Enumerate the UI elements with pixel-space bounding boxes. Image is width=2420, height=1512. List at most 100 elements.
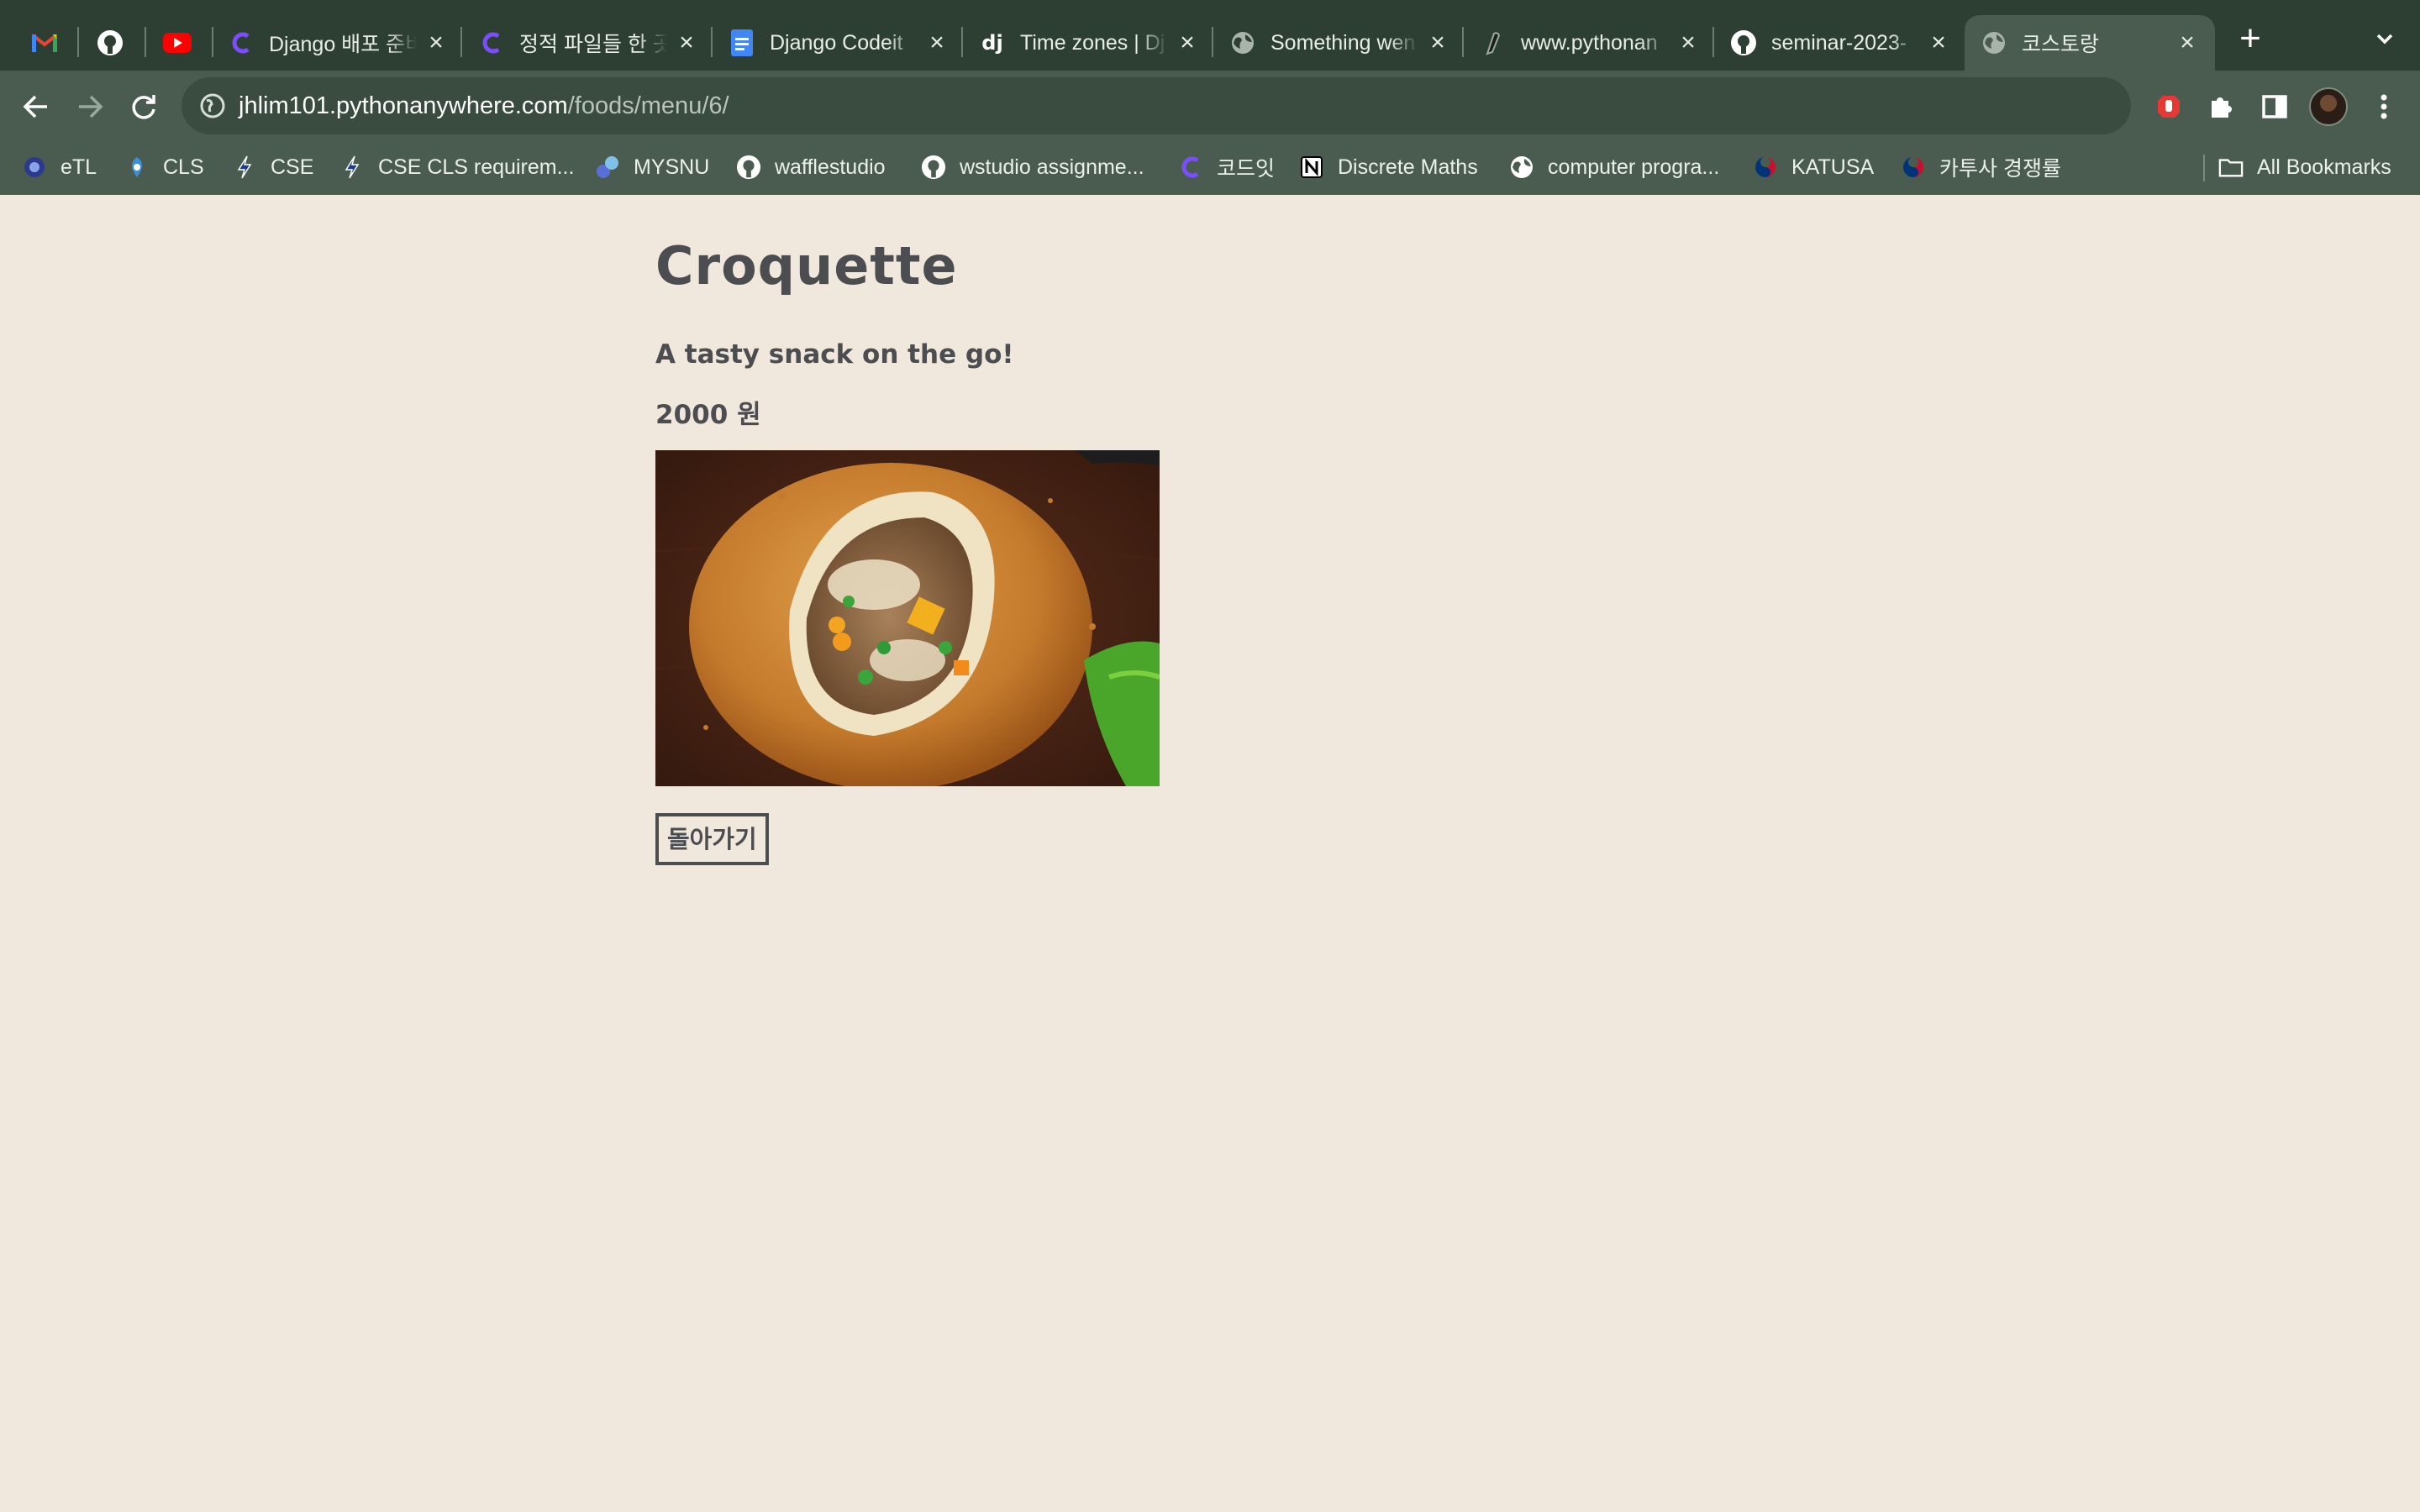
tab-time-zones[interactable]: dj Time zones | Dj × xyxy=(978,15,1200,71)
katusa-icon xyxy=(1901,155,1926,180)
bookmark-label: MYSNU xyxy=(634,155,710,179)
tab-youtube[interactable] xyxy=(163,15,197,71)
codeit-icon xyxy=(1178,155,1203,180)
extension-blocker-button[interactable] xyxy=(2149,87,2188,126)
bookmark-etl[interactable]: eTL xyxy=(22,150,97,185)
chevron-down-icon xyxy=(2376,34,2393,45)
tab-github[interactable] xyxy=(96,15,129,71)
tab-gmail[interactable] xyxy=(30,15,64,71)
folder-icon xyxy=(2218,155,2244,180)
tab-separator xyxy=(961,27,963,57)
tab-title: 정적 파일들 한 곳 xyxy=(519,33,667,56)
bookmark-wstudio[interactable]: wstudio assignme... xyxy=(921,150,1144,185)
tab-separator xyxy=(711,27,713,57)
close-icon[interactable]: × xyxy=(1676,29,1701,56)
bookmark-katusa-rate[interactable]: 카투사 경쟁률 xyxy=(1901,150,2061,185)
tab-separator xyxy=(1212,27,1213,57)
new-tab-button[interactable]: + xyxy=(2232,20,2269,59)
arrow-right-icon xyxy=(79,95,103,118)
close-icon[interactable]: × xyxy=(1425,29,1450,56)
github-icon xyxy=(96,29,124,57)
address-bar[interactable]: jhlim101.pythonanywhere.com/foods/menu/6… xyxy=(182,77,2131,134)
side-panel-icon xyxy=(2262,95,2287,118)
close-icon[interactable]: × xyxy=(424,29,449,56)
browser-menu-button[interactable] xyxy=(2365,87,2403,126)
bookmark-discrete-maths[interactable]: Discrete Maths xyxy=(1299,150,1478,185)
food-title: Croquette xyxy=(655,235,958,297)
github-icon xyxy=(1729,29,1758,57)
url-path: /foods/menu/6/ xyxy=(567,92,729,119)
codeit-icon xyxy=(227,29,255,57)
tab-title: Django Codeit xyxy=(770,30,903,55)
back-nav-button[interactable] xyxy=(17,87,55,126)
bookmarks-separator xyxy=(2203,155,2205,181)
gmail-icon xyxy=(30,29,59,57)
bookmark-label: eTL xyxy=(60,155,97,179)
tab-search-button[interactable] xyxy=(2368,22,2402,55)
close-icon[interactable]: × xyxy=(2175,29,2200,56)
pythonanywhere-icon xyxy=(1479,29,1507,57)
bookmark-label: CLS xyxy=(163,155,204,179)
bookmark-cse-cls[interactable]: CSE CLS requirem... xyxy=(339,150,574,185)
bookmark-cse[interactable]: CSE xyxy=(232,150,313,185)
codeit-icon xyxy=(477,29,506,57)
tab-something-wrong[interactable]: Something wen × xyxy=(1228,15,1450,71)
tab-separator xyxy=(77,27,79,57)
bookmark-label: computer progra... xyxy=(1548,155,1720,179)
bookmark-label: Discrete Maths xyxy=(1338,155,1478,179)
bookmark-label: wstudio assignme... xyxy=(960,155,1144,179)
tab-costorang[interactable]: 코스토랑 × xyxy=(1965,15,2215,71)
tab-pythonanywhere[interactable]: www.pythonan × xyxy=(1479,15,1701,71)
notion-icon xyxy=(1299,155,1324,180)
mysnu-icon xyxy=(595,155,620,180)
close-icon[interactable]: × xyxy=(924,29,950,56)
bookmark-cls[interactable]: CLS xyxy=(124,150,204,185)
tab-seminar-github[interactable]: seminar-2023- × xyxy=(1729,15,1951,71)
tab-separator xyxy=(1462,27,1464,57)
all-bookmarks-button[interactable]: All Bookmarks xyxy=(2218,150,2391,185)
puzzle-icon xyxy=(2212,97,2232,118)
cse-icon xyxy=(339,155,365,180)
back-button[interactable]: 돌아가기 xyxy=(655,813,769,865)
forward-nav-button[interactable] xyxy=(71,87,109,126)
tab-django-deploy[interactable]: Django 배포 준비 × xyxy=(227,15,449,71)
globe-icon xyxy=(1228,29,1257,57)
bookmark-mysnu[interactable]: MYSNU xyxy=(595,150,709,185)
site-info-icon[interactable] xyxy=(198,92,227,120)
bookmark-label: KATUSA xyxy=(1791,155,1875,179)
profile-avatar[interactable] xyxy=(2309,87,2348,126)
tab-title: Time zones | Dj xyxy=(1020,30,1165,55)
snu-icon xyxy=(22,155,47,180)
food-price: 2000 원 xyxy=(655,400,761,430)
reload-button[interactable] xyxy=(124,87,163,126)
cls-icon xyxy=(124,155,150,180)
close-icon[interactable]: × xyxy=(1175,29,1200,56)
bookmark-wafflestudio[interactable]: wafflestudio xyxy=(736,150,886,185)
tab-title: Something wen xyxy=(1270,30,1416,55)
globe-icon xyxy=(1980,29,2008,57)
django-icon: dj xyxy=(981,31,1003,55)
arrow-left-icon xyxy=(23,95,47,118)
url-host: jhlim101.pythonanywhere.com xyxy=(239,92,568,119)
bookmark-label: CSE CLS requirem... xyxy=(378,155,575,179)
bookmark-katusa[interactable]: KATUSA xyxy=(1753,150,1874,185)
youtube-icon xyxy=(163,29,192,57)
tab-title: www.pythonan xyxy=(1521,30,1658,55)
close-icon[interactable]: × xyxy=(674,29,699,56)
tab-separator xyxy=(145,27,146,57)
tab-django-codeit[interactable]: Django Codeit × xyxy=(728,15,950,71)
reload-icon xyxy=(132,95,155,119)
stop-hand-icon xyxy=(2158,96,2180,118)
all-bookmarks-label: All Bookmarks xyxy=(2257,155,2391,179)
more-vert-icon xyxy=(2381,94,2387,119)
bookmark-codeit[interactable]: 코드잇 xyxy=(1178,150,1275,185)
bookmark-computer-programming[interactable]: computer progra... xyxy=(1509,150,1719,185)
url-text: jhlim101.pythonanywhere.com/foods/menu/6… xyxy=(239,77,729,134)
close-icon[interactable]: × xyxy=(1926,29,1951,56)
extensions-button[interactable] xyxy=(2202,87,2240,126)
side-panel-button[interactable] xyxy=(2255,87,2294,126)
tab-static-files[interactable]: 정적 파일들 한 곳 × xyxy=(477,15,699,71)
cse-icon xyxy=(232,155,257,180)
bookmark-label: 카투사 경쟁률 xyxy=(1939,157,2061,181)
tab-title: Django 배포 준비 xyxy=(269,33,417,56)
